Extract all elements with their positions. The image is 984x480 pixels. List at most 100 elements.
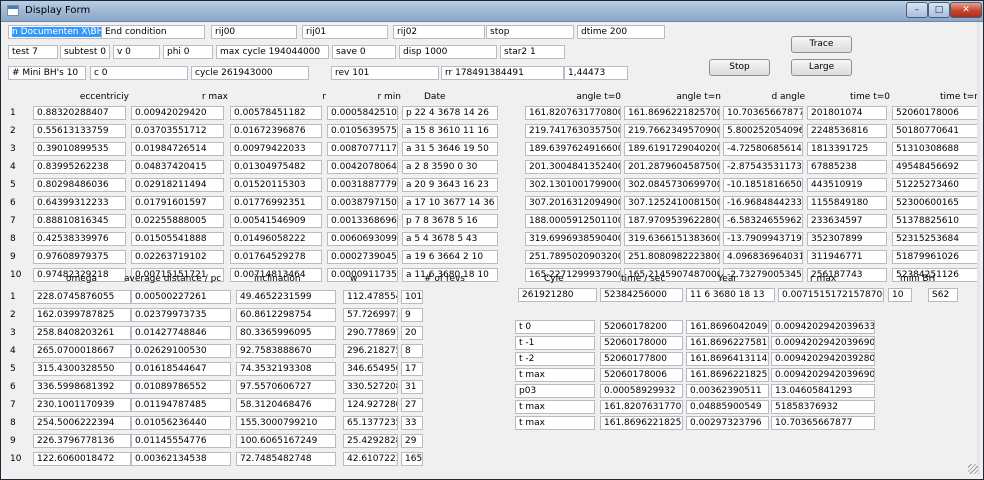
table2-cell[interactable]: 315.4300328550 [33,362,131,376]
table1-cell[interactable]: 0.00541546909 [230,214,322,228]
summary-value-field[interactable]: 161.86964131142 [686,352,769,366]
table1-cell[interactable]: 0.00979422033 [230,142,322,156]
table1-cell[interactable]: -13.7909943719920 [723,232,803,246]
table2-cell[interactable]: 290.7786973458 [343,326,398,340]
summary-value-field[interactable]: 0.00942029420396330 [771,320,875,334]
table2-cell[interactable]: 92.7583888670 [236,344,336,358]
table2-cell[interactable]: 122.6060018472 [33,452,131,466]
table2-cell[interactable]: 42.6107223574 [343,452,398,466]
vertical-scrollbar[interactable] [977,22,980,476]
table1-cell[interactable]: 201.3004841352400 [525,160,621,174]
table1-cell[interactable]: 0.88810816345 [33,214,126,228]
table2-cell[interactable]: 97.5570606727 [236,380,336,394]
table2-cell[interactable]: 336.5998681392 [33,380,131,394]
table1-cell[interactable]: 0.02918211494 [131,178,224,192]
rev-field[interactable]: rev 101 [331,66,439,80]
table2-cell[interactable]: 230.1001170939 [33,398,131,412]
table2-cell[interactable]: 33 [401,416,423,430]
table1-cell[interactable]: 311946771 [807,250,887,264]
summary-value-field[interactable]: 52060178200 [600,320,683,334]
table1-cell[interactable]: 51879961026 [892,250,978,264]
table1-cell[interactable]: 52300600165 [892,196,978,210]
table1-cell[interactable]: 0.01791601597 [131,196,224,210]
summary-value-field[interactable]: 161.82076317708 [600,400,683,414]
summary-value-field[interactable]: 0.00297323796 [686,416,769,430]
dtime-field[interactable]: dtime 200 [577,25,665,39]
summary-value-field[interactable]: 0.04885900549 [686,400,769,414]
rij00-field[interactable]: rij00 [211,25,297,39]
summary-value-field[interactable]: 13.04605841293 [771,384,875,398]
summary-label-field[interactable]: t max [515,368,595,382]
table1-cell[interactable]: 233634597 [807,214,887,228]
table2-cell[interactable]: 72.7485482748 [236,452,336,466]
close-button[interactable]: ✕ [950,2,982,18]
table2-cell[interactable]: 20 [401,326,423,340]
summary-value-field[interactable]: 51858376932 [771,400,875,414]
table1-cell[interactable]: 50180770641 [892,124,978,138]
table2-cell[interactable]: 254.5006222394 [33,416,131,430]
cycle-value[interactable]: 52384256000 [600,288,683,302]
summary-value-field[interactable]: 10.70365667877 [771,416,875,430]
table1-cell[interactable]: 0.00133686966 [327,214,398,228]
table2-cell[interactable]: 155.3000799210 [236,416,336,430]
table1-cell[interactable]: 0.01776992351 [230,196,322,210]
table1-cell[interactable]: 0.01304975482 [230,160,322,174]
table1-cell[interactable]: 443510919 [807,178,887,192]
phi-field[interactable]: phi 0 [163,45,213,59]
table1-cell[interactable]: 0.55613133759 [33,124,126,138]
table2-cell[interactable]: 29 [401,434,423,448]
table1-cell[interactable]: 1813391725 [807,142,887,156]
table2-cell[interactable]: 0.00362134538 [131,452,231,466]
table1-cell[interactable]: 161.8207631770800 [525,106,621,120]
table1-cell[interactable]: 0.00420780645 [327,160,398,174]
table1-cell[interactable]: 0.00578451182 [230,106,322,120]
table1-cell[interactable]: 187.9709539622800 [624,214,720,228]
table2-cell[interactable]: 165 [401,452,423,466]
table1-cell[interactable]: 0.01764529278 [230,250,322,264]
mini-bh-count-field[interactable]: # Mini BH's 10 [8,66,86,80]
table1-cell[interactable]: -6.5832465596299 [723,214,803,228]
table1-cell[interactable]: 52060178006 [892,106,978,120]
stop-field[interactable]: stop [486,25,574,39]
table1-cell[interactable]: 0.88320288407 [33,106,126,120]
table1-cell[interactable]: 302.0845730699700 [624,178,720,192]
table1-cell[interactable]: 0.00942029420 [131,106,224,120]
table1-cell[interactable]: 0.00870771178 [327,142,398,156]
table1-cell[interactable]: 0.42538339976 [33,232,126,246]
table1-cell[interactable]: 0.01984726514 [131,142,224,156]
table1-cell[interactable]: 307.2016312094900 [525,196,621,210]
table2-cell[interactable]: 0.01145554776 [131,434,231,448]
table1-cell[interactable]: 188.0005912501100 [525,214,621,228]
table1-cell[interactable]: 0.00009117355 [327,268,398,282]
table1-cell[interactable]: 219.7662349570900 [624,124,720,138]
table1-cell[interactable]: 49548456692 [892,160,978,174]
table1-cell[interactable]: 52315253684 [892,232,978,246]
table1-cell[interactable]: 189.6191729040200 [624,142,720,156]
table2-cell[interactable]: 65.1377235249 [343,416,398,430]
table1-cell[interactable]: 1155849180 [807,196,887,210]
summary-label-field[interactable]: t -1 [515,336,595,350]
ratio-field[interactable]: 1,44473 [564,66,628,80]
table2-cell[interactable]: 0.01056236440 [131,416,231,430]
table1-cell[interactable]: 67885238 [807,160,887,174]
summary-value-field[interactable]: 0.00942029420396900 [771,336,875,350]
table1-cell[interactable]: 0.02255888005 [131,214,224,228]
table1-cell[interactable]: 10.7036566787790 [723,106,803,120]
max-cycle-field[interactable]: max cycle 194044000 [216,45,329,59]
table2-cell[interactable]: 0.01618544647 [131,362,231,376]
summary-label-field[interactable]: p03 [515,384,595,398]
rr-field[interactable]: rr 178491384491 [441,66,564,80]
table2-cell[interactable]: 0.00500227261 [131,290,231,304]
table1-cell[interactable]: 251.8080982223800 [624,250,720,264]
table1-cell[interactable]: 0.00318877799 [327,178,398,192]
summary-value-field[interactable]: 0.00058929932 [600,384,683,398]
table2-cell[interactable]: 31 [401,380,423,394]
table2-cell[interactable]: 27 [401,398,423,412]
table1-cell[interactable]: a 2 8 3590 0 30 [402,160,498,174]
summary-value-field[interactable]: 161.86962218257 [600,416,683,430]
table2-cell[interactable]: 57.7269973961 [343,308,398,322]
rij01-field[interactable]: rij01 [302,25,388,39]
table1-cell[interactable]: 0.80298486036 [33,178,126,192]
table1-cell[interactable]: 0.00387971507 [327,196,398,210]
summary-value-field[interactable]: 161.86960420490 [686,320,769,334]
